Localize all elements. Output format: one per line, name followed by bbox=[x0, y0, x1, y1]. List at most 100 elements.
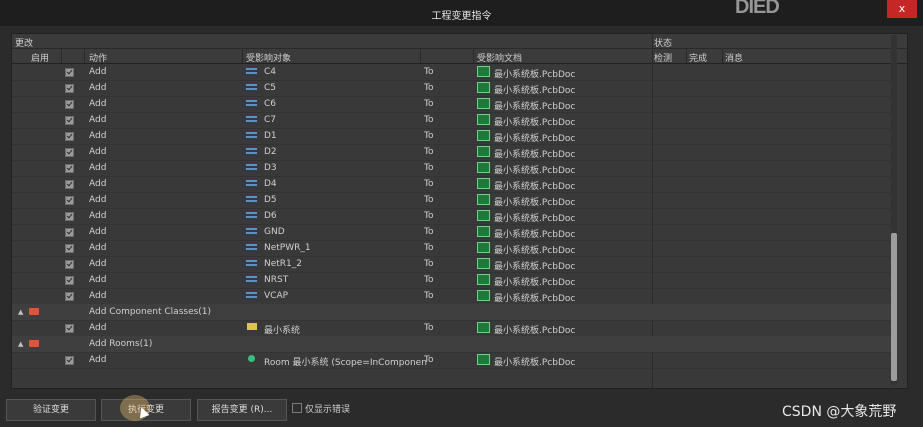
enable-checkbox[interactable] bbox=[65, 180, 74, 189]
net-icon bbox=[246, 66, 259, 76]
enable-checkbox[interactable] bbox=[65, 84, 74, 93]
table-row[interactable]: Add D5 To 最小系统板.PcbDoc bbox=[12, 192, 892, 209]
group-row-component-classes[interactable]: ▲ Add Component Classes(1) bbox=[12, 304, 892, 321]
enable-checkbox[interactable] bbox=[65, 276, 74, 285]
action-cell: Add bbox=[89, 243, 107, 253]
doc-cell: 最小系统板.PcbDoc bbox=[494, 358, 576, 368]
to-cell: To bbox=[424, 67, 434, 77]
col-action[interactable]: 动作 bbox=[89, 51, 107, 64]
table-row[interactable]: Add NetPWR_1 To 最小系统板.PcbDoc bbox=[12, 240, 892, 257]
col-done[interactable]: 完成 bbox=[689, 51, 707, 64]
vertical-scrollbar[interactable] bbox=[891, 35, 897, 385]
table-row[interactable]: Add D1 To 最小系统板.PcbDoc bbox=[12, 128, 892, 145]
table-row[interactable]: Add C4 To 最小系统板.PcbDoc bbox=[12, 64, 892, 81]
table-row[interactable]: Add D2 To 最小系统板.PcbDoc bbox=[12, 144, 892, 161]
collapse-arrow-icon[interactable]: ▲ bbox=[18, 340, 23, 348]
to-cell: To bbox=[424, 275, 434, 285]
enable-checkbox[interactable] bbox=[65, 260, 74, 269]
close-button[interactable]: x bbox=[887, 0, 917, 18]
col-divider bbox=[722, 49, 723, 63]
table-row[interactable]: Add GND To 最小系统板.PcbDoc bbox=[12, 224, 892, 241]
to-cell: To bbox=[424, 131, 434, 141]
scrollbar-thumb[interactable] bbox=[891, 233, 897, 381]
table-row[interactable]: Add D4 To 最小系统板.PcbDoc bbox=[12, 176, 892, 193]
pcbdoc-icon bbox=[477, 114, 490, 125]
col-affected-doc[interactable]: 受影响文档 bbox=[477, 51, 522, 64]
object-cell: VCAP bbox=[264, 291, 289, 301]
watermark: CSDN @大象荒野 bbox=[782, 404, 897, 420]
table-row[interactable]: Add 最小系统 To 最小系统板.PcbDoc bbox=[12, 320, 892, 337]
validate-changes-button[interactable]: 验证变更 bbox=[6, 399, 96, 421]
table-row[interactable]: Add NRST To 最小系统板.PcbDoc bbox=[12, 272, 892, 289]
action-cell: Add bbox=[89, 131, 107, 141]
action-cell: Add bbox=[89, 83, 107, 93]
net-icon bbox=[246, 226, 259, 236]
col-divider bbox=[84, 49, 85, 63]
table-row[interactable]: Add Room 最小系统 (Scope=InComponen To 最小系统板… bbox=[12, 352, 892, 369]
report-changes-button[interactable]: 报告变更 (R)... bbox=[197, 399, 287, 421]
col-enable[interactable]: 启用 bbox=[31, 51, 49, 64]
table-row[interactable]: Add D6 To 最小系统板.PcbDoc bbox=[12, 208, 892, 225]
enable-checkbox[interactable] bbox=[65, 244, 74, 253]
action-cell: Add bbox=[89, 275, 107, 285]
pcbdoc-icon bbox=[477, 146, 490, 157]
pcbdoc-icon bbox=[477, 66, 490, 77]
enable-checkbox[interactable] bbox=[65, 292, 74, 301]
pcbdoc-icon bbox=[477, 130, 490, 141]
doc-cell: 最小系统板.PcbDoc bbox=[494, 214, 576, 224]
object-cell: C7 bbox=[264, 115, 277, 125]
net-icon bbox=[246, 82, 259, 92]
to-cell: To bbox=[424, 195, 434, 205]
to-cell: To bbox=[424, 355, 434, 365]
enable-checkbox[interactable] bbox=[65, 100, 74, 109]
object-cell: GND bbox=[264, 227, 285, 237]
doc-cell: 最小系统板.PcbDoc bbox=[494, 278, 576, 288]
table-row[interactable]: Add C7 To 最小系统板.PcbDoc bbox=[12, 112, 892, 129]
pcbdoc-icon bbox=[477, 98, 490, 109]
net-icon bbox=[246, 290, 259, 300]
table-row[interactable]: Add C5 To 最小系统板.PcbDoc bbox=[12, 80, 892, 97]
doc-cell: 最小系统板.PcbDoc bbox=[494, 102, 576, 112]
doc-cell: 最小系统板.PcbDoc bbox=[494, 166, 576, 176]
to-cell: To bbox=[424, 147, 434, 157]
pcbdoc-icon bbox=[477, 290, 490, 301]
window-title: 工程变更指令 bbox=[431, 11, 492, 22]
net-icon bbox=[246, 162, 259, 172]
table-row[interactable]: Add C6 To 最小系统板.PcbDoc bbox=[12, 96, 892, 113]
enable-checkbox[interactable] bbox=[65, 196, 74, 205]
enable-checkbox[interactable] bbox=[65, 116, 74, 125]
enable-checkbox[interactable] bbox=[65, 68, 74, 77]
net-icon bbox=[246, 242, 259, 252]
col-affected-object[interactable]: 受影响对象 bbox=[246, 51, 291, 64]
enable-checkbox[interactable] bbox=[65, 324, 74, 333]
doc-cell: 最小系统板.PcbDoc bbox=[494, 86, 576, 96]
object-cell: D1 bbox=[264, 131, 277, 141]
col-check[interactable]: 检测 bbox=[654, 51, 672, 64]
enable-checkbox[interactable] bbox=[65, 148, 74, 157]
col-message[interactable]: 消息 bbox=[725, 51, 743, 64]
object-cell: Room 最小系统 (Scope=InComponen bbox=[264, 358, 427, 368]
pcbdoc-icon bbox=[477, 194, 490, 205]
collapse-arrow-icon[interactable]: ▲ bbox=[18, 308, 23, 316]
enable-checkbox[interactable] bbox=[65, 132, 74, 141]
enable-checkbox[interactable] bbox=[65, 212, 74, 221]
pcbdoc-icon bbox=[477, 354, 490, 365]
col-divider bbox=[420, 49, 421, 63]
table-row[interactable]: Add NetR1_2 To 最小系统板.PcbDoc bbox=[12, 256, 892, 273]
object-cell: NetPWR_1 bbox=[264, 243, 311, 253]
table-row[interactable]: Add VCAP To 最小系统板.PcbDoc bbox=[12, 288, 892, 305]
doc-cell: 最小系统板.PcbDoc bbox=[494, 246, 576, 256]
enable-checkbox[interactable] bbox=[65, 228, 74, 237]
errors-only-checkbox[interactable] bbox=[292, 403, 302, 413]
object-cell: NRST bbox=[264, 275, 289, 285]
header-columns: 启用 动作 受影响对象 受影响文档 检测 完成 消息 bbox=[12, 49, 907, 64]
col-divider bbox=[61, 49, 62, 63]
enable-checkbox[interactable] bbox=[65, 356, 74, 365]
section-change-label: 更改 bbox=[15, 39, 34, 49]
table-row[interactable]: Add D3 To 最小系统板.PcbDoc bbox=[12, 160, 892, 177]
pcbdoc-icon bbox=[477, 274, 490, 285]
group-row-rooms[interactable]: ▲ Add Rooms(1) bbox=[12, 336, 892, 353]
object-cell: C6 bbox=[264, 99, 277, 109]
enable-checkbox[interactable] bbox=[65, 164, 74, 173]
net-icon bbox=[246, 146, 259, 156]
